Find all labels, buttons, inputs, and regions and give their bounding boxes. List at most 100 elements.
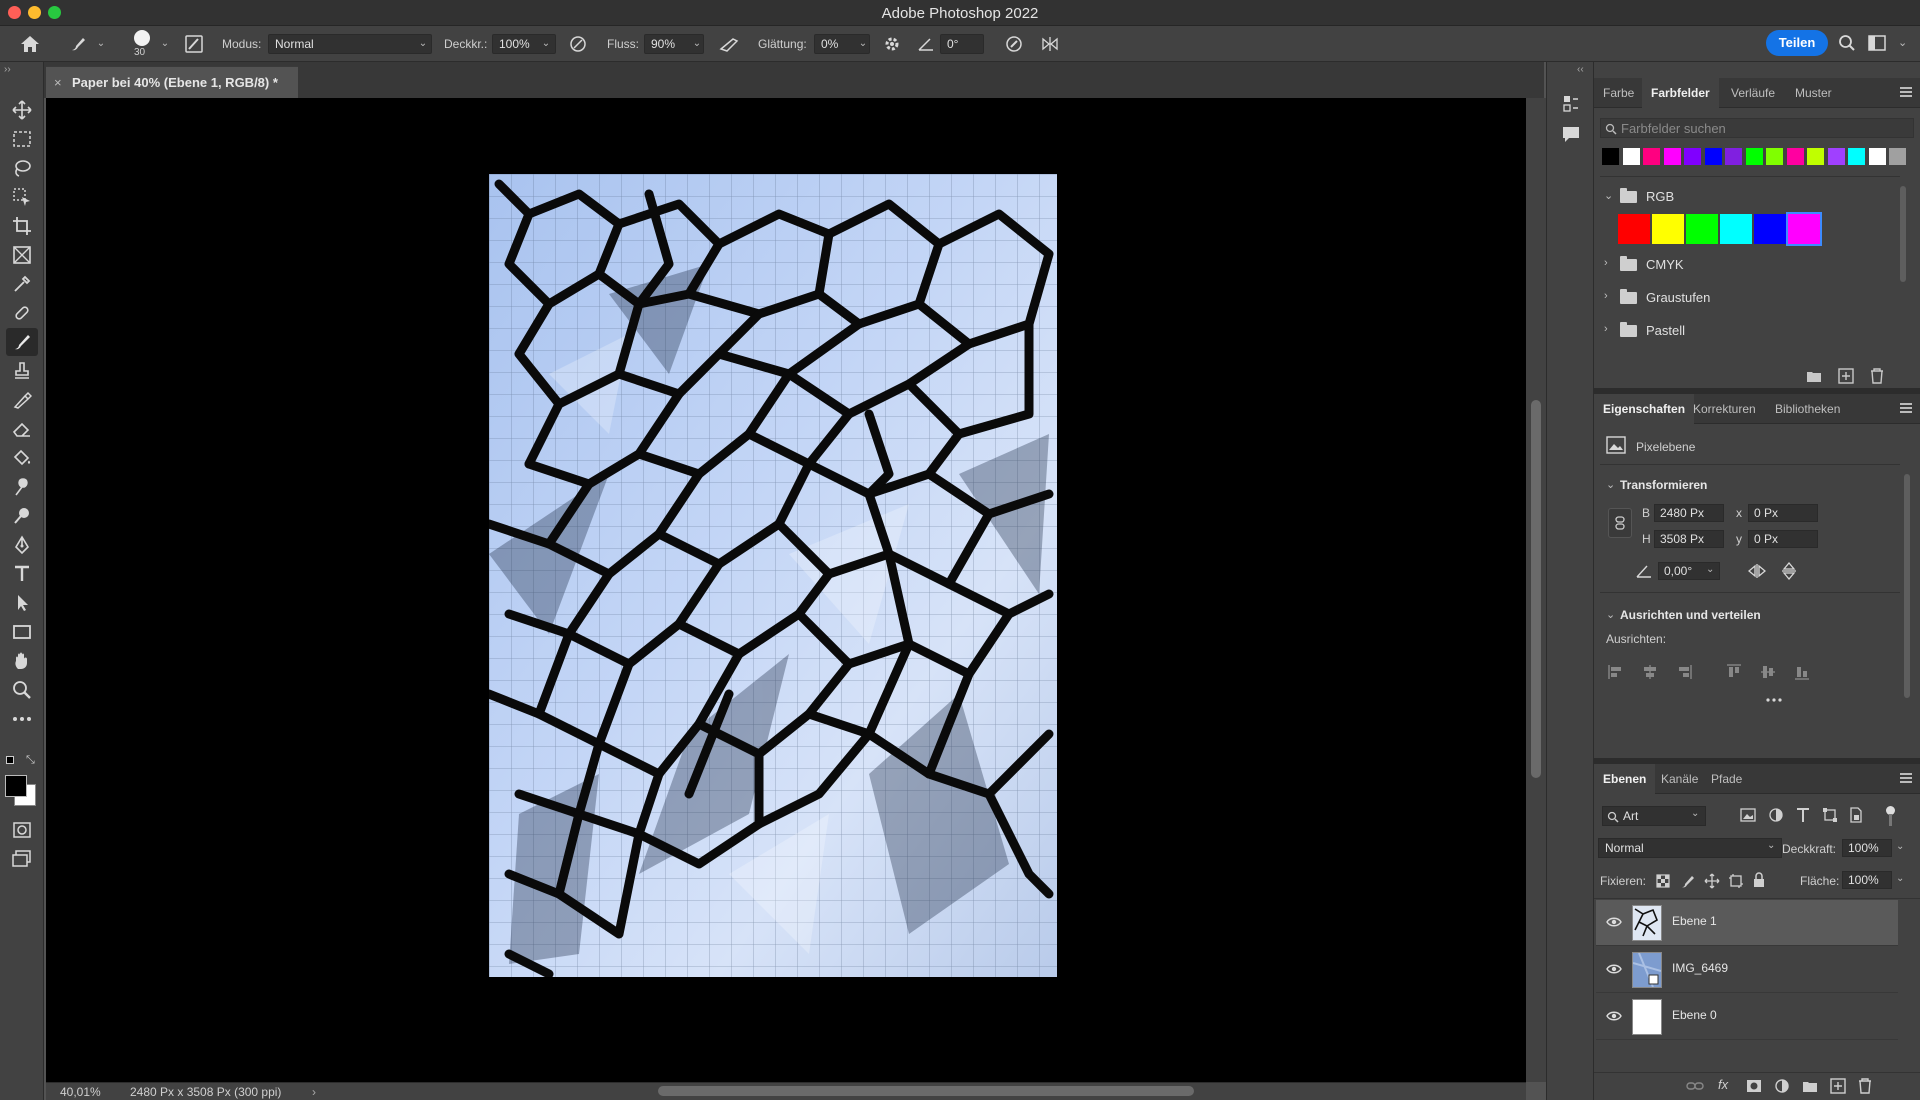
gear-icon[interactable] — [880, 32, 904, 56]
tab-bibliotheken[interactable]: Bibliotheken — [1766, 394, 1849, 424]
new-swatch-icon[interactable] — [1838, 368, 1854, 384]
fill-chevron-icon[interactable]: ⌄ — [1896, 873, 1904, 884]
workspace-icon[interactable] — [1868, 35, 1888, 51]
height-field[interactable]: 3508 Px — [1654, 530, 1724, 548]
blend-mode-select[interactable]: Normal ⌄ — [1598, 838, 1782, 858]
properties-menu-icon[interactable] — [1900, 403, 1912, 413]
delete-layer-icon[interactable] — [1858, 1078, 1872, 1094]
rgb-swatch[interactable] — [1786, 212, 1822, 246]
align-center-icon[interactable] — [1642, 664, 1658, 680]
brush-settings-icon[interactable] — [182, 32, 206, 56]
visibility-eye-icon[interactable] — [1606, 916, 1622, 928]
recent-swatch[interactable] — [1643, 148, 1660, 165]
align-middle-icon[interactable] — [1760, 664, 1776, 680]
smoothing-chevron-icon[interactable]: ⌄ — [856, 36, 870, 52]
workspace-chevron-icon[interactable]: ⌄ — [1898, 36, 1907, 49]
rgb-swatch[interactable] — [1720, 214, 1752, 244]
recent-swatch[interactable] — [1766, 148, 1783, 165]
pen-tool-icon[interactable] — [6, 531, 38, 559]
new-layer-group-icon[interactable] — [1802, 1080, 1818, 1093]
eraser-tool-icon[interactable] — [6, 415, 38, 443]
chevron-right-icon[interactable]: › — [1604, 257, 1608, 269]
tab-farbe[interactable]: Farbe — [1594, 78, 1643, 108]
swatches-search-input[interactable]: Farbfelder suchen — [1600, 118, 1914, 138]
swatches-menu-icon[interactable] — [1900, 87, 1912, 97]
lock-artboard-icon[interactable] — [1728, 873, 1744, 889]
smudge-tool-icon[interactable] — [6, 473, 38, 501]
filter-type-icon[interactable] — [1796, 807, 1810, 823]
hand-tool-icon[interactable] — [6, 647, 38, 675]
pressure-opacity-icon[interactable] — [566, 32, 590, 56]
filter-adjustment-icon[interactable] — [1768, 807, 1784, 823]
opacity-chevron-icon[interactable]: ⌄ — [539, 36, 553, 52]
y-field[interactable]: 0 Px — [1748, 530, 1818, 548]
swatch-group-cmyk[interactable]: › CMYK — [1602, 254, 1902, 276]
align-left-icon[interactable] — [1608, 664, 1624, 680]
brush-preset-chevron-icon[interactable]: ⌄ — [94, 36, 108, 52]
chevron-right-icon[interactable]: › — [1604, 290, 1608, 302]
align-bottom-icon[interactable] — [1794, 664, 1810, 680]
lock-all-icon[interactable] — [1752, 872, 1766, 888]
transform-chevron-icon[interactable]: ⌄ — [1606, 478, 1615, 491]
brush-tool-icon[interactable] — [6, 328, 38, 356]
layer-row-ebene-0[interactable]: Ebene 0 — [1596, 994, 1898, 1040]
new-adjustment-icon[interactable] — [1774, 1078, 1790, 1094]
layer-filter-select[interactable]: Art ⌄ — [1602, 806, 1706, 826]
tab-korrekturen[interactable]: Korrekturen — [1684, 394, 1765, 424]
layer-style-icon[interactable]: fx — [1718, 1077, 1728, 1092]
tab-eigenschaften[interactable]: Eigenschaften — [1594, 394, 1695, 424]
close-document-icon[interactable]: × — [54, 75, 62, 90]
lock-transparency-icon[interactable] — [1656, 874, 1670, 888]
flip-horizontal-icon[interactable] — [1748, 564, 1766, 578]
recent-swatch[interactable] — [1602, 148, 1619, 165]
layer-opacity-field[interactable]: 100% — [1842, 839, 1892, 857]
default-colors-icon[interactable] — [6, 756, 14, 764]
tab-ebenen[interactable]: Ebenen — [1594, 764, 1656, 794]
brush-size-chevron-icon[interactable]: ⌄ — [158, 36, 172, 52]
paint-bucket-tool-icon[interactable] — [6, 444, 38, 472]
mode-select[interactable]: Normal — [268, 34, 432, 54]
new-group-icon[interactable] — [1806, 369, 1822, 383]
recent-swatch[interactable] — [1807, 148, 1824, 165]
recent-swatch[interactable] — [1725, 148, 1742, 165]
fill-field[interactable]: 100% — [1842, 871, 1892, 889]
quick-mask-icon[interactable] — [6, 816, 38, 844]
status-chevron-icon[interactable]: › — [312, 1085, 316, 1099]
tab-verlaeufe[interactable]: Verläufe — [1722, 78, 1784, 108]
zoom-level[interactable]: 40,01% — [60, 1085, 101, 1099]
rgb-swatch[interactable] — [1686, 214, 1718, 244]
brush-tip-icon[interactable] — [134, 30, 150, 46]
share-button[interactable]: Teilen — [1766, 30, 1828, 56]
recent-swatch[interactable] — [1889, 148, 1906, 165]
x-field[interactable]: 0 Px — [1748, 504, 1818, 522]
rgb-swatch[interactable] — [1754, 214, 1786, 244]
marquee-tool-icon[interactable] — [6, 125, 38, 153]
swatch-group-graustufen[interactable]: › Graustufen — [1602, 287, 1902, 309]
link-dimensions-button[interactable] — [1608, 508, 1632, 538]
document-tab[interactable]: × Paper bei 40% (Ebene 1, RGB/8) * — [46, 66, 298, 98]
pressure-size-icon[interactable] — [1002, 32, 1026, 56]
rgb-swatch[interactable] — [1652, 214, 1684, 244]
frame-tool-icon[interactable] — [6, 241, 38, 269]
swap-colors-icon[interactable]: ⤡ — [26, 754, 35, 767]
foreground-color-swatch[interactable] — [5, 775, 27, 797]
comments-panel-icon[interactable] — [1561, 124, 1581, 144]
angle-field[interactable]: 0° — [940, 34, 984, 54]
flow-chevron-icon[interactable]: ⌄ — [690, 36, 704, 52]
filter-pixel-icon[interactable] — [1740, 808, 1756, 822]
add-mask-icon[interactable] — [1746, 1079, 1762, 1093]
recent-swatch[interactable] — [1786, 148, 1804, 165]
swatch-group-pastell[interactable]: › Pastell — [1602, 320, 1902, 342]
layer-row-ebene-1[interactable]: Ebene 1 — [1596, 900, 1898, 946]
new-layer-icon[interactable] — [1830, 1078, 1846, 1094]
align-right-icon[interactable] — [1676, 664, 1692, 680]
recent-swatch[interactable] — [1868, 148, 1886, 165]
search-icon[interactable] — [1838, 34, 1856, 52]
home-icon[interactable] — [18, 32, 42, 56]
layer-row-img-6469[interactable]: IMG_6469 — [1596, 947, 1898, 993]
recent-swatch[interactable] — [1827, 148, 1845, 165]
screen-mode-icon[interactable] — [6, 845, 38, 873]
eyedropper-tool-icon[interactable] — [6, 270, 38, 298]
tab-pfade[interactable]: Pfade — [1702, 764, 1751, 794]
crop-tool-icon[interactable] — [6, 212, 38, 240]
